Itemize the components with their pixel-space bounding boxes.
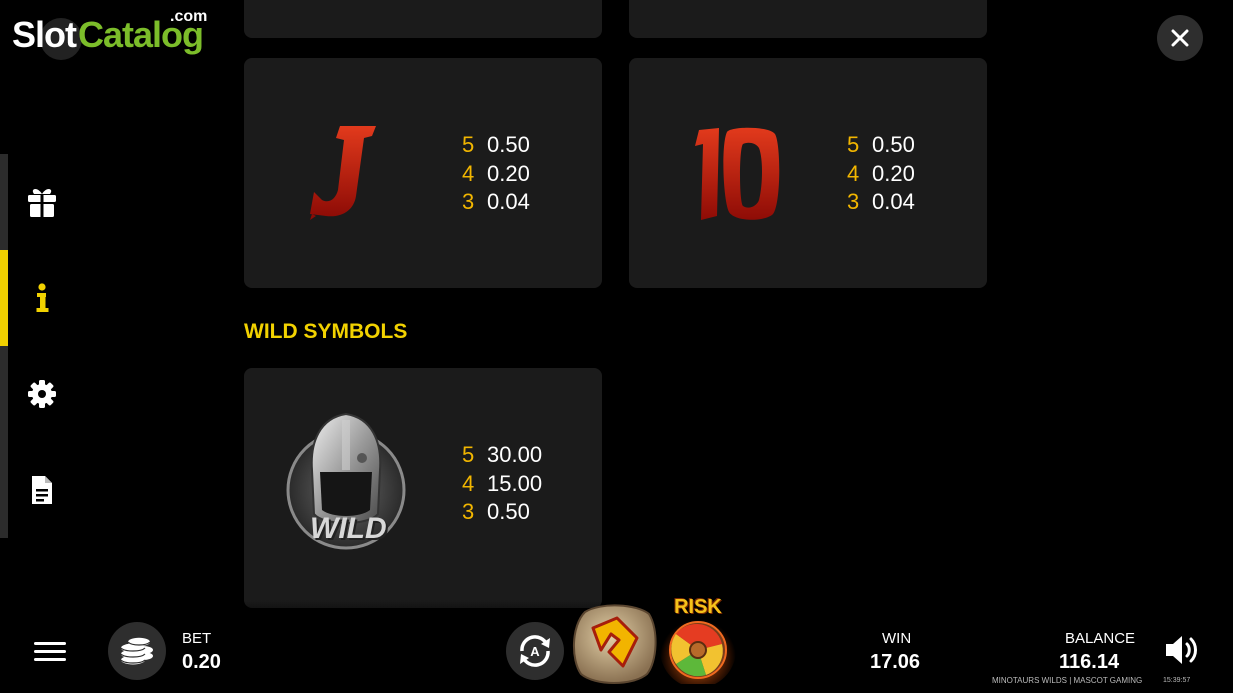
autoplay-button[interactable]: A: [506, 622, 564, 680]
paytable-values-wild: 5 30.00 4 15.00 3 0.50: [462, 441, 542, 527]
pay-count: 5: [462, 132, 475, 157]
pay-count: 5: [462, 442, 475, 467]
game-credits: MINOTAURS WILDS | MASCOT GAMING: [992, 676, 1143, 685]
symbol-j-icon: [310, 126, 376, 220]
pay-value: 0.20: [487, 160, 530, 186]
coins-icon: [120, 637, 153, 665]
paytable-card-partial: [244, 0, 602, 38]
pay-value: 0.04: [872, 189, 915, 214]
paytable-card-wild: WILD 5 30.00 4 15.00 3 0.50: [244, 368, 602, 608]
paytable-card-j: 5 0.50 4 0.20 3 0.04: [244, 58, 602, 288]
risk-label: RISK: [674, 596, 722, 618]
pay-count: 3: [847, 189, 860, 214]
logo-com-text: .com: [170, 8, 208, 25]
menu-button[interactable]: [34, 638, 66, 664]
wild-symbols-heading: WILD SYMBOLS: [244, 320, 408, 343]
sound-button[interactable]: [1163, 632, 1201, 668]
sidebar-item-settings[interactable]: [24, 376, 60, 412]
pay-value: 0.20: [872, 160, 915, 186]
win-label: WIN: [882, 630, 912, 647]
pay-value: 0.04: [487, 189, 530, 214]
bet-label: BET: [182, 630, 212, 647]
document-icon: [32, 476, 52, 504]
pay-count: 4: [462, 470, 475, 496]
gear-icon: [28, 380, 56, 408]
autoplay-icon: A: [520, 635, 550, 667]
balance-value: 116.14: [1059, 651, 1120, 673]
risk-button[interactable]: RISK: [660, 596, 736, 688]
pay-value: 0.50: [487, 132, 530, 157]
spin-button[interactable]: [571, 604, 657, 684]
bet-value: 0.20: [182, 651, 221, 673]
pay-count: 4: [847, 160, 860, 186]
bet-button[interactable]: [108, 622, 166, 680]
pay-count: 5: [847, 132, 860, 157]
paytable-values-j: 5 0.50 4 0.20 3 0.04: [462, 131, 530, 217]
speaker-icon: [1166, 636, 1197, 664]
paytable-card-partial: [629, 0, 987, 38]
pay-value: 0.50: [872, 132, 915, 157]
sidebar-item-document[interactable]: [24, 472, 60, 508]
info-icon: [36, 283, 49, 312]
clock: 15:39:57: [1163, 677, 1191, 684]
close-button[interactable]: [1157, 15, 1203, 61]
sidebar-item-info[interactable]: [24, 280, 60, 316]
paytable-card-10: 5 0.50 4 0.20 3 0.04: [629, 58, 987, 288]
wild-symbol-label: WILD: [310, 512, 387, 545]
sidebar-item-gift[interactable]: [24, 184, 60, 220]
svg-text:A: A: [530, 644, 540, 659]
hamburger-line: [34, 650, 66, 653]
pay-value: 15.00: [487, 470, 543, 496]
win-value: 17.06: [870, 651, 921, 673]
gift-icon: [28, 189, 56, 217]
sidebar-track: [0, 154, 8, 538]
hamburger-line: [34, 658, 66, 661]
pay-count: 3: [462, 499, 475, 524]
pay-value: 30.00: [487, 442, 543, 467]
spin-rune-icon: [572, 604, 657, 684]
hamburger-icon: [34, 642, 66, 645]
paytable-values-10: 5 0.50 4 0.20 3 0.04: [847, 131, 915, 217]
slotcatalog-logo: Slot Catalog .com: [12, 8, 212, 60]
pay-count: 4: [462, 160, 475, 186]
pay-value: 0.50: [487, 499, 530, 524]
balance-label: BALANCE: [1065, 630, 1136, 647]
close-icon: [1171, 29, 1189, 47]
sidebar-active-indicator: [0, 250, 8, 346]
symbol-10-icon: [695, 127, 780, 220]
pay-count: 3: [462, 189, 475, 214]
logo-slot-text: Slot: [12, 14, 77, 55]
